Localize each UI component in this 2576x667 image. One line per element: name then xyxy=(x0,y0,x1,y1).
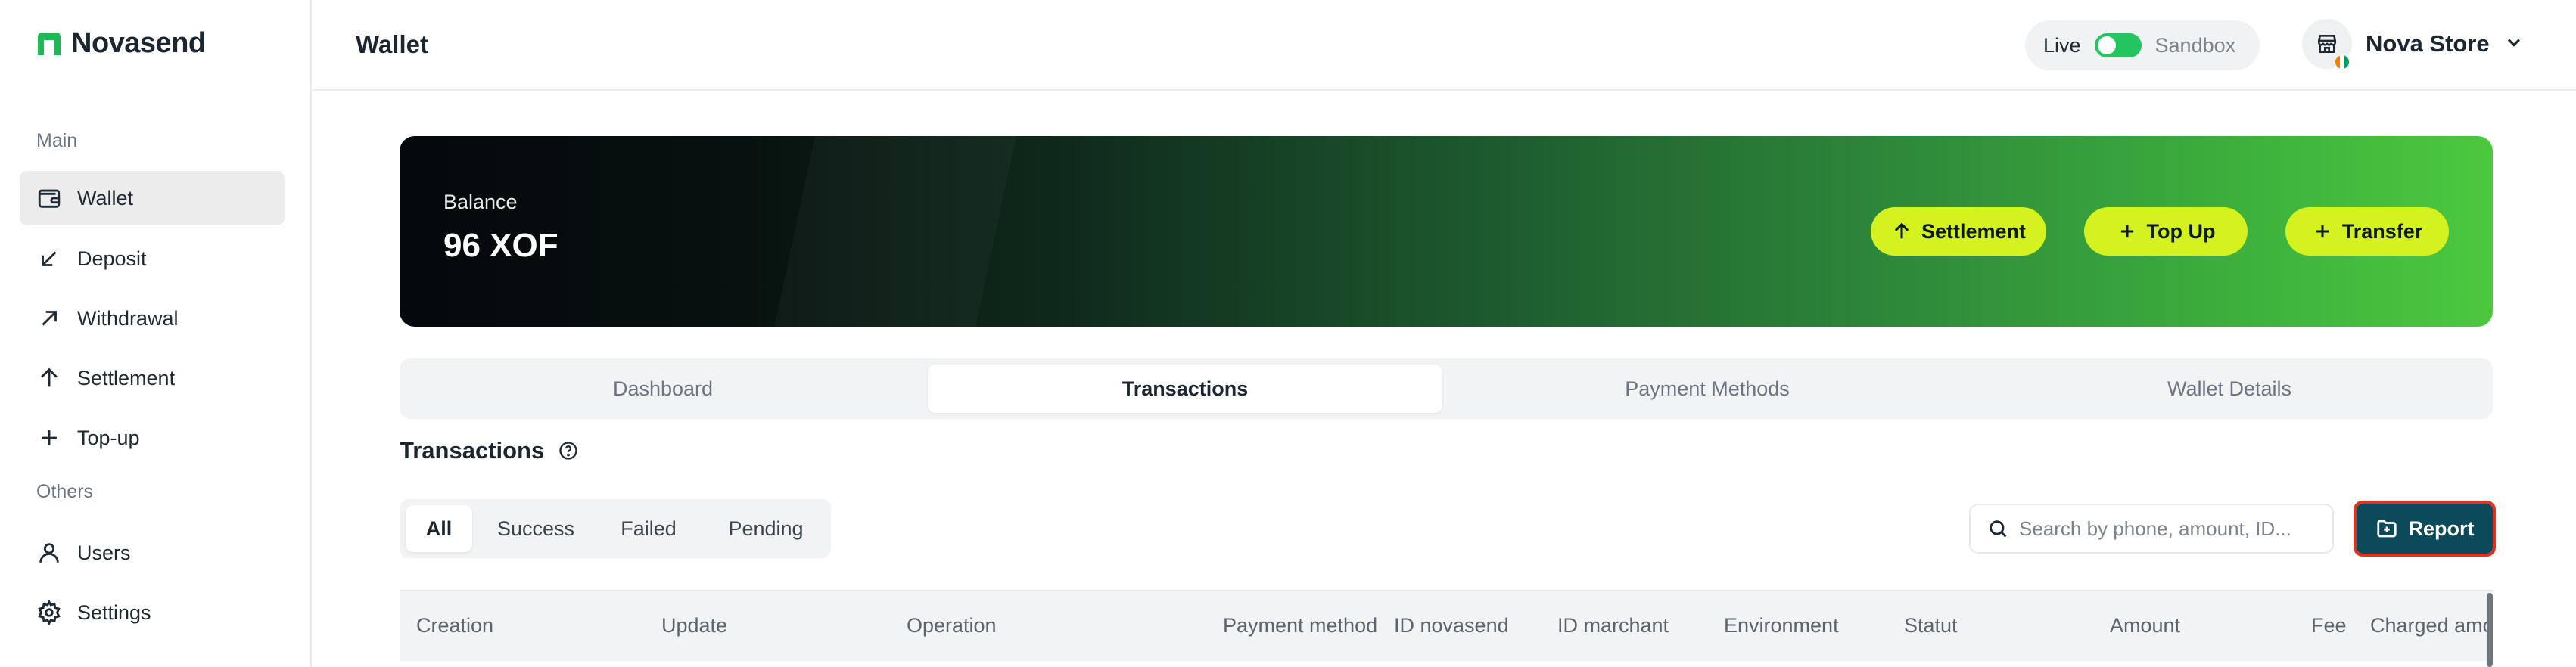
sidebar-item-users[interactable]: Users xyxy=(20,526,285,580)
wallet-tabs: Dashboard Transactions Payment Methods W… xyxy=(400,358,2493,419)
folder-plus-icon xyxy=(2376,520,2397,538)
filter-pending[interactable]: Pending xyxy=(705,505,826,552)
sidebar-item-settings[interactable]: Settings xyxy=(20,585,285,640)
column-header-statut[interactable]: Statut xyxy=(1904,614,1958,638)
help-circle-icon[interactable] xyxy=(558,440,579,461)
sidebar-item-label: Top-up xyxy=(77,426,140,449)
sidebar: Novasend Main Wallet Deposit Withdrawal … xyxy=(0,0,312,667)
filter-success[interactable]: Success xyxy=(480,505,592,552)
env-sandbox-label: Sandbox xyxy=(2154,33,2236,57)
search-box xyxy=(1969,504,2334,554)
top-up-button-label: Top Up xyxy=(2146,219,2216,243)
filter-all[interactable]: All xyxy=(406,505,472,552)
table-scrollbar[interactable] xyxy=(2487,593,2493,667)
country-flag-icon xyxy=(2334,54,2350,70)
transactions-table-header: Creation Update Operation Payment method… xyxy=(400,590,2493,661)
sidebar-item-label: Settlement xyxy=(77,366,176,389)
settlement-button[interactable]: Settlement xyxy=(1871,207,2046,256)
column-header-amount[interactable]: Amount xyxy=(2110,614,2180,638)
nav-section-main: Main xyxy=(36,130,78,151)
column-header-payment-method[interactable]: Payment method xyxy=(1223,614,1377,638)
brand-logo[interactable]: Novasend xyxy=(35,27,206,60)
environment-toggle[interactable]: Live Sandbox xyxy=(2025,20,2260,70)
column-header-id-novasend[interactable]: ID novasend xyxy=(1394,614,1509,638)
transfer-button-label: Transfer xyxy=(2341,219,2423,243)
section-title: Transactions xyxy=(400,437,545,464)
store-name: Nova Store xyxy=(2366,30,2490,57)
arrow-down-left-icon xyxy=(42,251,57,266)
plus-icon xyxy=(2316,225,2329,238)
wallet-icon xyxy=(38,189,61,208)
gear-icon xyxy=(38,600,61,625)
sidebar-item-label: Settings xyxy=(77,600,151,624)
arrow-up-right-icon xyxy=(42,311,57,326)
column-header-fee[interactable]: Fee xyxy=(2311,614,2347,638)
status-filters: All Success Failed Pending xyxy=(400,499,831,558)
sidebar-item-deposit[interactable]: Deposit xyxy=(20,231,285,286)
column-header-charged-amount[interactable]: Charged amo xyxy=(2370,614,2493,638)
novasend-logo-icon xyxy=(38,32,61,55)
top-up-button[interactable]: Top Up xyxy=(2084,207,2248,256)
tab-transactions[interactable]: Transactions xyxy=(928,365,1442,413)
column-header-id-marchant[interactable]: ID marchant xyxy=(1557,614,1669,638)
arrow-up-icon xyxy=(1894,222,1909,239)
env-live-label: Live xyxy=(2043,33,2081,57)
column-header-creation[interactable]: Creation xyxy=(416,614,493,638)
user-icon xyxy=(39,543,59,563)
filter-failed[interactable]: Failed xyxy=(598,505,699,552)
transactions-heading: Transactions xyxy=(400,437,579,464)
plus-icon xyxy=(2120,225,2133,238)
env-switch-knob xyxy=(2097,36,2116,54)
chevron-down-icon[interactable] xyxy=(2503,32,2525,57)
tab-dashboard[interactable]: Dashboard xyxy=(406,365,920,413)
sidebar-item-top-up[interactable]: Top-up xyxy=(20,411,285,465)
column-header-update[interactable]: Update xyxy=(661,614,727,638)
report-button-label: Report xyxy=(2408,517,2475,540)
report-button[interactable]: Report xyxy=(2354,501,2496,557)
arrow-up-icon xyxy=(41,368,58,387)
env-switch[interactable] xyxy=(2094,33,2142,57)
card-decoration xyxy=(762,136,1021,327)
avatar xyxy=(2302,19,2352,70)
sidebar-item-label: Wallet xyxy=(77,186,134,209)
page-title: Wallet xyxy=(356,30,428,58)
settlement-button-label: Settlement xyxy=(1921,219,2027,243)
sidebar-item-settlement[interactable]: Settlement xyxy=(20,351,285,405)
tab-wallet-details[interactable]: Wallet Details xyxy=(1972,365,2487,413)
nav-section-others: Others xyxy=(36,481,94,502)
brand-name: Novasend xyxy=(71,27,206,59)
column-header-operation[interactable]: Operation xyxy=(907,614,997,638)
transfer-button[interactable]: Transfer xyxy=(2285,207,2449,256)
balance-value: 96 XOF xyxy=(443,227,558,264)
balance-label: Balance xyxy=(443,191,518,213)
search-input[interactable] xyxy=(2019,517,2322,541)
balance-card: Balance 96 XOF Settlement Top Up Transfe… xyxy=(400,136,2493,327)
tab-payment-methods[interactable]: Payment Methods xyxy=(1450,365,1965,413)
sidebar-item-wallet[interactable]: Wallet xyxy=(20,171,285,225)
sidebar-item-withdrawal[interactable]: Withdrawal xyxy=(20,291,285,346)
search-icon xyxy=(1990,520,2007,538)
store-selector[interactable]: Nova Store xyxy=(2302,19,2525,70)
plus-icon xyxy=(42,430,57,445)
sidebar-item-label: Users xyxy=(77,541,131,564)
sidebar-item-label: Deposit xyxy=(77,247,147,270)
column-header-environment[interactable]: Environment xyxy=(1724,614,1839,638)
store-icon xyxy=(2318,35,2336,53)
top-header: Wallet Live Sandbox Nova Store xyxy=(312,0,2576,91)
sidebar-item-label: Withdrawal xyxy=(77,306,179,330)
